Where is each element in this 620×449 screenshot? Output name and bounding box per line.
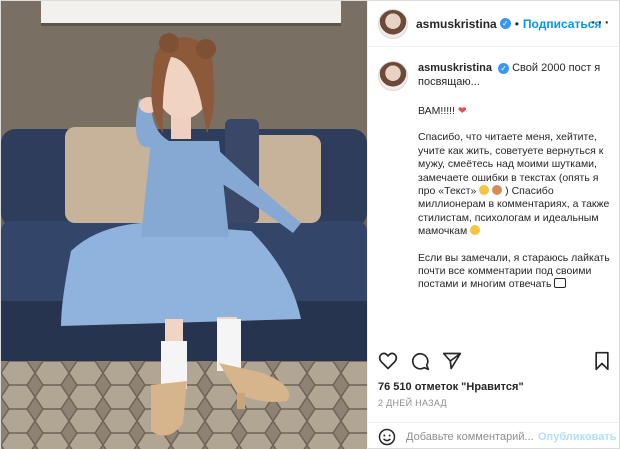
post-photo-illustration — [1, 1, 367, 449]
more-options-icon[interactable]: ··· — [590, 12, 610, 32]
red-heart-emoji: ❤ — [457, 105, 467, 117]
speech-bubble-emoji — [554, 278, 567, 289]
likes-count[interactable]: 76 510 отметок "Нравится" — [378, 381, 524, 393]
author-username[interactable]: asmuskristina — [416, 17, 497, 31]
post-header: asmuskristina ✓ • Подписаться ··· — [368, 1, 620, 47]
comment-input[interactable] — [406, 430, 534, 443]
caption-username[interactable]: asmuskristina — [418, 62, 492, 74]
share-icon[interactable] — [442, 351, 462, 371]
verified-badge-icon: ✓ — [499, 18, 511, 29]
publish-button[interactable]: Опубликовать — [538, 431, 617, 443]
action-bar — [368, 347, 620, 377]
heart-icon[interactable] — [378, 351, 398, 371]
instagram-post: asmuskristina ✓ • Подписаться ··· asmusk… — [0, 0, 620, 449]
emoji-icon[interactable] — [378, 428, 396, 446]
comment-icon[interactable] — [410, 351, 430, 371]
caption-vam: ВАМ!!!!! — [418, 105, 455, 117]
separator-dot: • — [514, 16, 519, 31]
grinning-emoji — [479, 185, 490, 196]
caption-vam-line: ВАМ!!!!! ❤ — [418, 105, 614, 118]
post-photo[interactable] — [1, 1, 367, 449]
post-sidebar: asmuskristina ✓ • Подписаться ··· asmusk… — [367, 1, 620, 449]
caption: asmuskristina ✓ Свой 2000 пост я посвяща… — [368, 47, 620, 337]
avatar[interactable] — [378, 61, 408, 91]
caption-header: asmuskristina ✓ Свой 2000 пост я посвяща… — [378, 61, 612, 91]
verified-badge-icon: ✓ — [498, 63, 510, 74]
caption-paragraph-1: Спасибо, что читаете меня, хейтите, учит… — [418, 131, 614, 238]
monkey-emoji — [492, 185, 503, 196]
caption-first-line: asmuskristina ✓ Свой 2000 пост я посвяща… — [418, 61, 612, 91]
laughing-emoji — [470, 225, 481, 236]
bookmark-icon[interactable] — [592, 351, 612, 371]
caption-paragraph-2: Если вы замечали, я стараюсь лайкать поч… — [418, 252, 614, 292]
caption-paragraph-2-text: Если вы замечали, я стараюсь лайкать поч… — [418, 251, 610, 291]
avatar[interactable] — [378, 8, 408, 39]
comment-bar: Опубликовать — [368, 422, 620, 449]
post-timestamp[interactable]: 2 ДНЕЙ НАЗАД — [378, 398, 447, 408]
